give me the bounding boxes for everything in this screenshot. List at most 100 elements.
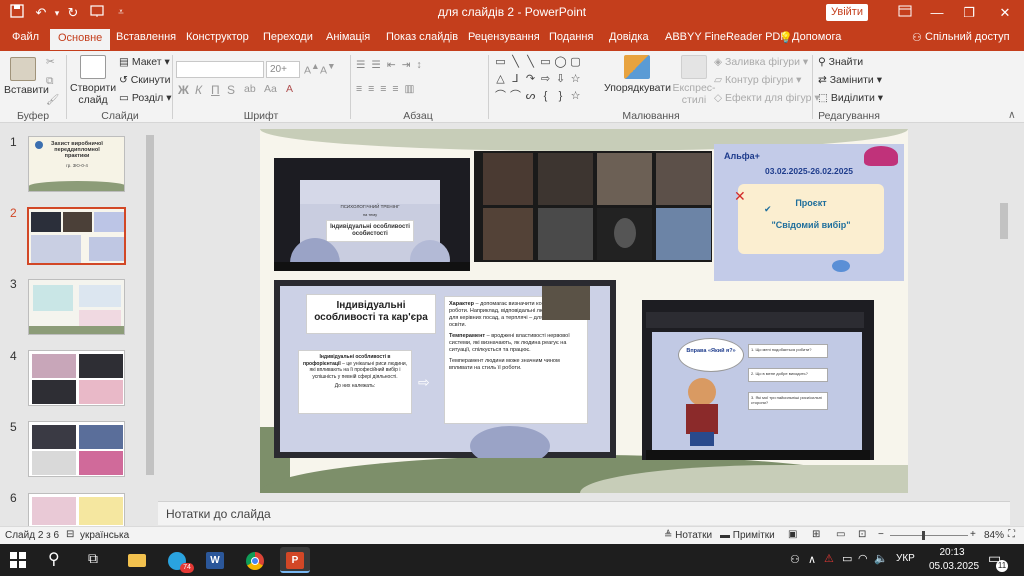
- tab-view[interactable]: Подання: [549, 31, 593, 43]
- brace-shape[interactable]: ᔕ: [524, 90, 537, 102]
- rounded-rect-shape[interactable]: ▢: [569, 56, 582, 68]
- bold-button[interactable]: Ж: [178, 83, 189, 97]
- spellcheck-icon[interactable]: ⊟: [66, 529, 74, 540]
- shape-outline-button[interactable]: ▱ Контур фігури ▾: [714, 74, 801, 86]
- curly-right-shape[interactable]: }: [554, 90, 567, 102]
- char-spacing-icon[interactable]: ab: [244, 83, 256, 95]
- notes-toggle[interactable]: ≜ Нотатки: [664, 530, 712, 541]
- select-button[interactable]: ⬚ Виділити ▾: [818, 92, 883, 104]
- thumbnail-slide-6[interactable]: [28, 493, 125, 526]
- star-small-shape[interactable]: ☆: [569, 90, 582, 102]
- canvas-scrollbar[interactable]: [998, 123, 1010, 497]
- curve-shape[interactable]: ↷: [524, 73, 537, 85]
- notes-pane[interactable]: Нотатки до слайда: [158, 501, 1010, 525]
- people-icon[interactable]: ⚇: [790, 553, 800, 566]
- underline-button[interactable]: П: [211, 83, 220, 97]
- thumbnail-slide-3[interactable]: [28, 279, 125, 335]
- arc-shape[interactable]: ⌒: [494, 90, 507, 102]
- wifi-icon[interactable]: ◠: [858, 552, 868, 565]
- normal-view-icon[interactable]: ▣: [788, 529, 797, 540]
- tab-design[interactable]: Конструктор: [186, 31, 249, 43]
- restore-icon[interactable]: ❐: [960, 4, 978, 22]
- tab-home[interactable]: Основне: [50, 29, 111, 50]
- reading-view-icon[interactable]: ▭: [836, 529, 845, 540]
- arrow-right-shape[interactable]: ⇨: [539, 73, 552, 85]
- minimize-icon[interactable]: —: [928, 4, 946, 22]
- oval-shape[interactable]: ◯: [554, 56, 567, 68]
- powerpoint-icon[interactable]: P: [280, 547, 310, 573]
- tab-file[interactable]: Файл: [12, 31, 39, 43]
- word-icon[interactable]: W: [200, 547, 230, 573]
- tab-animations[interactable]: Анімація: [326, 31, 370, 43]
- fit-to-window-icon[interactable]: ⛶: [1008, 529, 1015, 540]
- task-view-icon[interactable]: ⧉: [88, 550, 98, 567]
- rect-shape[interactable]: ▭: [539, 56, 552, 68]
- volume-icon[interactable]: 🔈: [874, 552, 888, 565]
- font-size-input[interactable]: 20+: [266, 61, 300, 78]
- telegram-icon[interactable]: 74: [162, 547, 194, 573]
- new-slide-button[interactable]: Створити слайд: [70, 55, 116, 106]
- tab-slideshow[interactable]: Показ слайдів: [386, 31, 458, 43]
- curly-left-shape[interactable]: {: [539, 90, 552, 102]
- section-button[interactable]: ▭ Розділ ▾: [119, 92, 171, 104]
- tab-transitions[interactable]: Переходи: [263, 31, 313, 43]
- clock-date[interactable]: 05.03.2025: [924, 561, 984, 572]
- chevron-up-icon[interactable]: ∧: [808, 553, 816, 566]
- thumbnail-slide-1[interactable]: Захист виробничої переддипломної практик…: [28, 136, 125, 192]
- line2-shape[interactable]: ╲: [524, 56, 537, 68]
- find-button[interactable]: ⚲ Знайти: [818, 56, 863, 68]
- shape-fill-button[interactable]: ◈ Заливка фігури ▾: [714, 56, 808, 68]
- line-shape[interactable]: ╲: [509, 56, 522, 68]
- zoom-out-icon[interactable]: −: [878, 529, 884, 540]
- arrange-button[interactable]: Упорядкувати: [604, 55, 671, 94]
- shapes-gallery[interactable]: ▭ ╲ ╲ ▭ ◯ ▢ △ ⅃ ↷ ⇨ ⇩ ☆ ⌒ ⌒ ᔕ { } ☆: [494, 56, 594, 106]
- zoom-level[interactable]: 84%: [984, 530, 1004, 541]
- battery-icon[interactable]: ▭: [842, 552, 852, 565]
- thumbnail-slide-4[interactable]: [28, 350, 125, 406]
- collapse-ribbon-icon[interactable]: ∧: [1008, 109, 1016, 121]
- slideshow-view-icon[interactable]: ⊡: [858, 529, 866, 540]
- quick-styles-button[interactable]: Експрес- стилі: [672, 55, 716, 106]
- decrease-font-icon[interactable]: A▼: [320, 61, 336, 77]
- tab-abbyy[interactable]: ABBYY FineReader PDF: [665, 31, 787, 43]
- zoom-slider-thumb[interactable]: [922, 531, 925, 540]
- paste-button[interactable]: Вставити: [4, 57, 49, 96]
- strikethrough-button[interactable]: S: [227, 83, 235, 97]
- signin-button[interactable]: Увійти: [826, 4, 868, 21]
- italic-button[interactable]: К: [195, 83, 202, 97]
- sorter-view-icon[interactable]: ⊞: [812, 529, 820, 540]
- scrollbar-thumb[interactable]: [1000, 203, 1008, 239]
- zoom-in-icon[interactable]: +: [970, 529, 976, 540]
- zoom-slider[interactable]: [890, 531, 968, 540]
- cut-icon[interactable]: ✂: [46, 56, 55, 68]
- thumbnail-slide-5[interactable]: [28, 421, 125, 477]
- input-language[interactable]: УКР: [896, 553, 915, 564]
- shape-effects-button[interactable]: ◇ Ефекти для фігур ▾: [714, 92, 820, 104]
- layout-button[interactable]: ▤ Макет ▾: [119, 56, 170, 68]
- tab-insert[interactable]: Вставлення: [116, 31, 176, 43]
- ribbon-display-icon[interactable]: [896, 4, 914, 22]
- font-color-icon[interactable]: A: [286, 83, 293, 95]
- reset-button[interactable]: ↺ Скинути: [119, 74, 170, 86]
- text-box-shape[interactable]: ▭: [494, 56, 507, 68]
- tab-help[interactable]: Довідка: [609, 31, 649, 43]
- change-case-icon[interactable]: Aa: [264, 83, 277, 95]
- font-name-input[interactable]: [176, 61, 264, 78]
- increase-font-icon[interactable]: A▲: [304, 61, 320, 77]
- slide[interactable]: ПСИХОЛОГІЧНИЙ ТРЕНІНГ на тему Індивідуал…: [260, 129, 908, 493]
- chrome-icon[interactable]: [240, 547, 270, 573]
- search-icon[interactable]: ⚲: [48, 549, 60, 569]
- clock-time[interactable]: 20:13: [932, 547, 972, 558]
- windows-start-icon[interactable]: [10, 552, 26, 571]
- list-bullets-icon[interactable]: ☰☰⇤⇥↕: [356, 59, 428, 71]
- tab-review[interactable]: Рецензування: [468, 31, 540, 43]
- arrow-down-shape[interactable]: ⇩: [554, 73, 567, 85]
- alignment-icons[interactable]: ≡≡≡≡▥: [356, 83, 420, 95]
- bracket-shape[interactable]: ⌒: [509, 90, 522, 102]
- warning-icon[interactable]: ⚠: [824, 552, 834, 565]
- triangle-shape[interactable]: △: [494, 73, 507, 85]
- language-indicator[interactable]: українська: [80, 530, 129, 541]
- close-icon[interactable]: ✕: [996, 4, 1014, 22]
- replace-button[interactable]: ⇄ Замінити ▾: [818, 74, 882, 86]
- copy-icon[interactable]: ⧉: [46, 75, 54, 88]
